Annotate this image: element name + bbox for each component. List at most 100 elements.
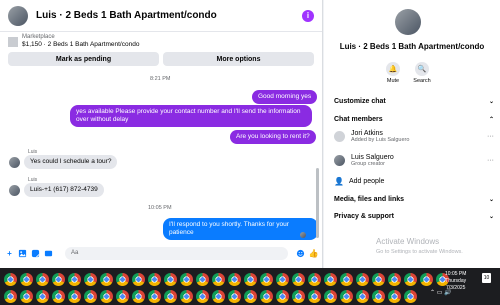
message-list: 8:21 PM Good morning yes yes available P… bbox=[0, 70, 318, 240]
chrome-icon[interactable] bbox=[340, 290, 353, 303]
clock-day: Thursday bbox=[445, 278, 467, 284]
chrome-icon[interactable] bbox=[132, 290, 145, 303]
chevron-down-icon: ⌄ bbox=[488, 214, 494, 220]
chrome-icon[interactable] bbox=[52, 290, 65, 303]
chrome-icon[interactable] bbox=[292, 273, 305, 286]
more-options-button[interactable]: More options bbox=[163, 52, 314, 66]
chrome-icon[interactable] bbox=[308, 290, 321, 303]
like-icon[interactable]: 👍 bbox=[309, 249, 319, 258]
chrome-icon[interactable] bbox=[356, 273, 369, 286]
chrome-icon[interactable] bbox=[20, 273, 33, 286]
chrome-icon[interactable] bbox=[324, 273, 337, 286]
chevron-down-icon: ⌄ bbox=[488, 197, 494, 203]
chrome-icon[interactable] bbox=[260, 273, 273, 286]
chrome-icon[interactable] bbox=[52, 273, 65, 286]
chrome-icon[interactable] bbox=[212, 273, 225, 286]
chrome-icon[interactable] bbox=[148, 273, 161, 286]
timestamp: 10:05 PM bbox=[148, 205, 172, 211]
emoji-icon[interactable] bbox=[296, 249, 305, 258]
chrome-icon[interactable] bbox=[244, 273, 257, 286]
more-icon[interactable]: ··· bbox=[487, 157, 494, 164]
message-input[interactable]: Aa bbox=[65, 246, 288, 260]
chrome-icon[interactable] bbox=[148, 290, 161, 303]
chrome-icon[interactable] bbox=[388, 273, 401, 286]
member-row[interactable]: Luis Salguero Group creator ··· bbox=[334, 154, 494, 167]
chrome-icon[interactable] bbox=[276, 273, 289, 286]
chrome-icon[interactable] bbox=[36, 290, 49, 303]
image-icon[interactable] bbox=[18, 249, 27, 258]
chrome-icon[interactable] bbox=[388, 290, 401, 303]
chrome-icon[interactable] bbox=[4, 290, 17, 303]
message-outgoing[interactable]: Good morning yes bbox=[252, 90, 318, 104]
chrome-icon[interactable] bbox=[132, 273, 145, 286]
search-button[interactable]: 🔍 Search bbox=[407, 62, 437, 84]
chat-header: Luis · 2 Beds 1 Bath Apartment/condo i bbox=[0, 0, 322, 32]
chrome-icon[interactable] bbox=[308, 273, 321, 286]
chrome-icon[interactable] bbox=[164, 273, 177, 286]
chrome-icon[interactable] bbox=[84, 273, 97, 286]
message-outgoing[interactable]: I'll respond to you shortly. Thanks for … bbox=[163, 218, 318, 240]
chrome-icon[interactable] bbox=[20, 290, 33, 303]
chrome-icon[interactable] bbox=[276, 290, 289, 303]
member-avatar bbox=[334, 131, 345, 142]
message-incoming[interactable]: Yes could I schedule a tour? bbox=[24, 155, 118, 169]
chrome-icon[interactable] bbox=[68, 273, 81, 286]
privacy-section[interactable]: Privacy & support ⌄ bbox=[334, 213, 494, 220]
chrome-icon[interactable] bbox=[196, 290, 209, 303]
chrome-icon[interactable] bbox=[228, 290, 241, 303]
media-section[interactable]: Media, files and links ⌄ bbox=[334, 196, 494, 203]
media-label: Media, files and links bbox=[334, 196, 405, 203]
message-incoming[interactable]: Luis-+1 (617) 872-4739 bbox=[24, 183, 104, 197]
chrome-icon[interactable] bbox=[196, 273, 209, 286]
chrome-icon[interactable] bbox=[324, 290, 337, 303]
chat-avatar[interactable] bbox=[8, 5, 28, 26]
chrome-icon[interactable] bbox=[4, 273, 17, 286]
timestamp: 8:21 PM bbox=[150, 76, 171, 82]
more-icon[interactable]: ··· bbox=[487, 133, 494, 140]
sticker-icon[interactable] bbox=[31, 249, 40, 258]
chrome-icon[interactable] bbox=[180, 290, 193, 303]
mark-pending-button[interactable]: Mark as pending bbox=[8, 52, 159, 66]
gif-icon[interactable] bbox=[44, 249, 53, 258]
chrome-icon[interactable] bbox=[372, 273, 385, 286]
marketplace-listing[interactable]: Marketplace $1,150 · 2 Beds 1 Bath Apart… bbox=[0, 32, 322, 50]
chrome-icon[interactable] bbox=[100, 290, 113, 303]
sender-avatar[interactable] bbox=[9, 157, 20, 168]
chrome-icon[interactable] bbox=[404, 290, 417, 303]
customize-chat-section[interactable]: Customize chat ⌄ bbox=[334, 98, 494, 105]
add-icon[interactable]: + bbox=[5, 249, 14, 258]
chrome-icon[interactable] bbox=[340, 273, 353, 286]
chrome-icon[interactable] bbox=[244, 290, 257, 303]
member-row[interactable]: Jori Atkins Added by Luis Salguero ··· bbox=[334, 130, 494, 143]
system-tray[interactable]: ⌃ ▭ 🔊 bbox=[430, 289, 452, 296]
chrome-icon[interactable] bbox=[180, 273, 193, 286]
sidebar-avatar[interactable] bbox=[395, 9, 421, 35]
add-people-button[interactable]: 👤 Add people bbox=[334, 177, 494, 186]
chrome-icon[interactable] bbox=[228, 273, 241, 286]
sender-avatar[interactable] bbox=[9, 185, 20, 196]
chrome-icon[interactable] bbox=[420, 273, 433, 286]
member-avatar bbox=[334, 155, 345, 166]
scrollbar[interactable] bbox=[316, 168, 319, 238]
chat-title[interactable]: Luis · 2 Beds 1 Bath Apartment/condo bbox=[36, 10, 302, 21]
chat-members-section[interactable]: Chat members ⌃ bbox=[334, 116, 494, 123]
member-subtitle: Group creator bbox=[351, 161, 385, 167]
chrome-icon[interactable] bbox=[116, 273, 129, 286]
chrome-icon[interactable] bbox=[84, 290, 97, 303]
chrome-icon[interactable] bbox=[36, 273, 49, 286]
chrome-icon[interactable] bbox=[212, 290, 225, 303]
notification-icon[interactable]: 10 bbox=[482, 273, 491, 283]
chrome-icon[interactable] bbox=[260, 290, 273, 303]
chrome-icon[interactable] bbox=[68, 290, 81, 303]
message-outgoing[interactable]: Are you looking to rent it? bbox=[230, 130, 316, 144]
chrome-icon[interactable] bbox=[100, 273, 113, 286]
chrome-icon[interactable] bbox=[404, 273, 417, 286]
chrome-icon[interactable] bbox=[164, 290, 177, 303]
info-icon[interactable]: i bbox=[302, 9, 314, 22]
chrome-icon[interactable] bbox=[116, 290, 129, 303]
message-outgoing[interactable]: yes available Please provide your contac… bbox=[70, 105, 312, 127]
chrome-icon[interactable] bbox=[356, 290, 369, 303]
mute-button[interactable]: 🔔 Mute bbox=[378, 62, 408, 84]
chrome-icon[interactable] bbox=[372, 290, 385, 303]
chrome-icon[interactable] bbox=[292, 290, 305, 303]
